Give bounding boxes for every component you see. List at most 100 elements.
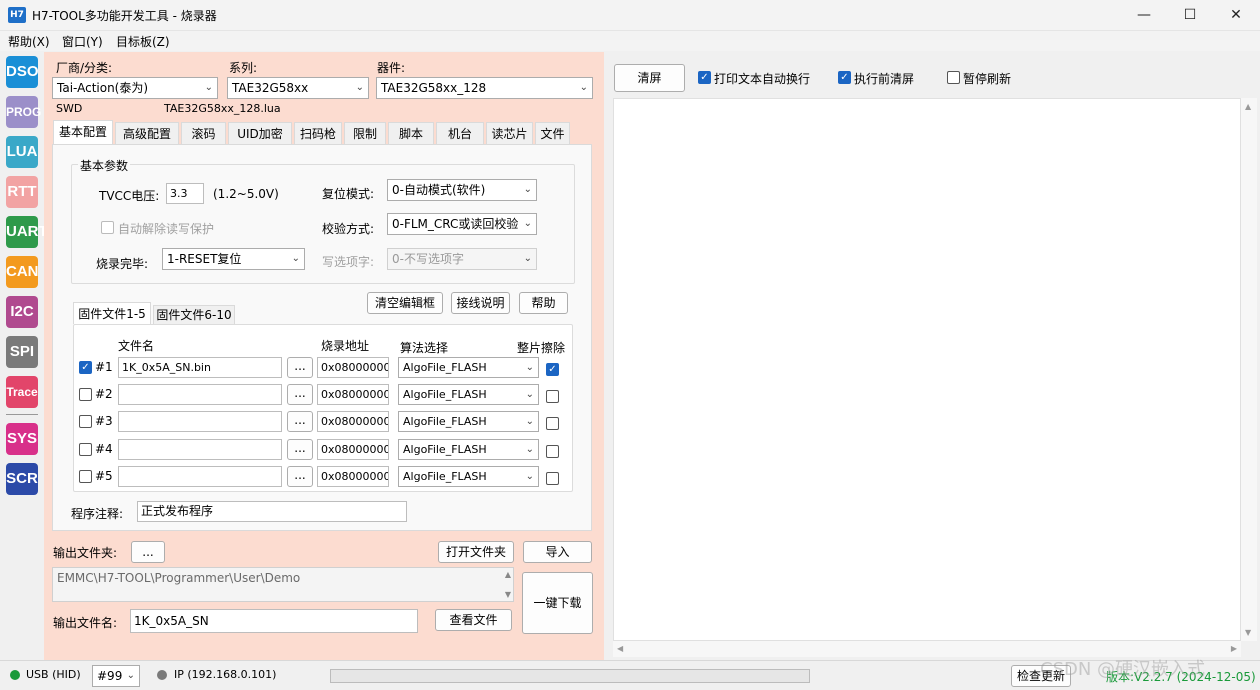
fw-addr-input[interactable]: 0x08000000 bbox=[317, 466, 389, 487]
scroll-left-icon[interactable]: ◀ bbox=[617, 644, 623, 653]
close-icon[interactable]: ✕ bbox=[1213, 0, 1259, 31]
menu-window[interactable]: 窗口(Y) bbox=[62, 33, 103, 50]
pause-refresh-checkbox[interactable] bbox=[947, 71, 960, 84]
fw-addr-input[interactable]: 0x08000000 bbox=[317, 384, 389, 405]
menu-target[interactable]: 目标板(Z) bbox=[116, 33, 170, 50]
tab-config-9[interactable]: 文件 bbox=[535, 122, 570, 144]
tab-config-1[interactable]: 高级配置 bbox=[115, 122, 179, 144]
clear-screen-button[interactable]: 清屏 bbox=[614, 64, 685, 92]
tab-config-7[interactable]: 机台 bbox=[436, 122, 484, 144]
fw-algo-value: AlgoFile_FLASH bbox=[403, 415, 487, 428]
vendor-select[interactable]: Tai-Action(泰为) ⌄ bbox=[52, 77, 218, 99]
sidebar-can-button[interactable]: CAN bbox=[6, 256, 39, 288]
help-button[interactable]: 帮助 bbox=[519, 292, 568, 314]
minimize-icon[interactable]: — bbox=[1121, 0, 1167, 31]
tab-basic-config[interactable]: 基本配置 bbox=[53, 120, 113, 145]
fw-erase-checkbox[interactable] bbox=[546, 390, 559, 403]
sidebar-lua-button[interactable]: LUA bbox=[6, 136, 38, 168]
fw-browse-button[interactable]: ... bbox=[287, 384, 313, 405]
sidebar-rtt-button[interactable]: RTT bbox=[6, 176, 38, 208]
view-file-button[interactable]: 查看文件 bbox=[435, 609, 512, 631]
fw-algo-select[interactable]: AlgoFile_FLASH ⌄ bbox=[398, 439, 539, 460]
fw-file-input[interactable] bbox=[118, 439, 282, 460]
fw-addr-input[interactable]: 0x08000000 bbox=[317, 357, 389, 378]
tab-firmware-6-10[interactable]: 固件文件6-10 bbox=[153, 305, 235, 324]
tvcc-input[interactable]: 3.3 bbox=[166, 183, 204, 204]
fw-erase-checkbox[interactable] bbox=[546, 417, 559, 430]
tab-config-4[interactable]: 扫码枪 bbox=[294, 122, 342, 144]
finish-select[interactable]: 1-RESET复位 ⌄ bbox=[162, 248, 305, 270]
log-output-area[interactable] bbox=[613, 98, 1241, 641]
fw-file-input[interactable]: 1K_0x5A_SN.bin bbox=[118, 357, 282, 378]
fw-erase-checkbox[interactable] bbox=[546, 472, 559, 485]
clear-editor-button[interactable]: 清空编辑框 bbox=[367, 292, 443, 314]
sidebar-dso-button[interactable]: DSO bbox=[6, 56, 39, 88]
fw-addr-input[interactable]: 0x08000000 bbox=[317, 411, 389, 432]
tab-config-2[interactable]: 滚码 bbox=[181, 122, 226, 144]
clear-before-checkbox[interactable]: ✓ bbox=[838, 71, 851, 84]
wrap-text-label: 打印文本自动换行 bbox=[714, 72, 811, 86]
scroll-up-icon[interactable]: ▲ bbox=[1245, 102, 1251, 111]
sidebar-i2c-button[interactable]: I2C bbox=[6, 296, 38, 328]
sidebar-uart-button[interactable]: UART bbox=[6, 216, 48, 248]
tab-config-8[interactable]: 读芯片 bbox=[486, 122, 533, 144]
wiring-button[interactable]: 接线说明 bbox=[451, 292, 510, 314]
fw-algo-select[interactable]: AlgoFile_FLASH ⌄ bbox=[398, 357, 539, 378]
fw-algo-select[interactable]: AlgoFile_FLASH ⌄ bbox=[398, 466, 539, 487]
device-select[interactable]: TAE32G58xx_128 ⌄ bbox=[376, 77, 593, 99]
vertical-scrollbar[interactable]: ▲ ▼ bbox=[1241, 98, 1257, 641]
fw-row-checkbox[interactable] bbox=[79, 470, 92, 483]
fw-row-checkbox[interactable] bbox=[79, 443, 92, 456]
series-select[interactable]: TAE32G58xx ⌄ bbox=[227, 77, 369, 99]
fw-addr-input[interactable]: 0x08000000 bbox=[317, 439, 389, 460]
sidebar-trace-button[interactable]: Trace bbox=[6, 376, 38, 408]
fw-file-input[interactable] bbox=[118, 466, 282, 487]
one-click-download-button[interactable]: 一键下载 bbox=[522, 572, 593, 634]
tab-config-3[interactable]: UID加密 bbox=[228, 122, 292, 144]
scroll-right-icon[interactable]: ▶ bbox=[1231, 644, 1237, 653]
chevron-down-icon: ⌄ bbox=[523, 253, 532, 264]
fw-row-checkbox[interactable]: ✓ bbox=[79, 361, 92, 374]
sidebar-spi-button[interactable]: SPI bbox=[6, 336, 38, 368]
fw-browse-button[interactable]: ... bbox=[287, 411, 313, 432]
fw-row-checkbox[interactable] bbox=[79, 388, 92, 401]
tab-config-6[interactable]: 脚本 bbox=[388, 122, 434, 144]
output-folder-browse-button[interactable]: ... bbox=[131, 541, 165, 563]
fw-browse-button[interactable]: ... bbox=[287, 357, 313, 378]
tab-config-5[interactable]: 限制 bbox=[344, 122, 386, 144]
maximize-icon[interactable]: ☐ bbox=[1167, 0, 1213, 31]
verify-select[interactable]: 0-FLM_CRC或读回校验 ⌄ bbox=[387, 213, 537, 235]
scroll-down-icon[interactable]: ▼ bbox=[505, 590, 511, 599]
scroll-up-icon[interactable]: ▲ bbox=[505, 570, 511, 579]
fw-file-input[interactable] bbox=[118, 411, 282, 432]
auto-unprotect-checkbox[interactable] bbox=[101, 221, 114, 234]
menu-bar: 帮助(X) 窗口(Y) 目标板(Z) bbox=[0, 31, 1260, 51]
sidebar-sys-button[interactable]: SYS bbox=[6, 423, 38, 455]
fw-browse-button[interactable]: ... bbox=[287, 466, 313, 487]
fw-row-checkbox[interactable] bbox=[79, 415, 92, 428]
option-byte-select[interactable]: 0-不写选项字 ⌄ bbox=[387, 248, 537, 270]
menu-help[interactable]: 帮助(X) bbox=[8, 33, 50, 50]
device-number-select[interactable]: #99 ⌄ bbox=[92, 665, 140, 687]
status-bar: USB (HID) #99 ⌄ IP (192.168.0.101) 检查更新 版… bbox=[0, 659, 1260, 690]
fw-row-id: #5 bbox=[95, 469, 113, 483]
scroll-down-icon[interactable]: ▼ bbox=[1245, 628, 1251, 637]
fw-algo-select[interactable]: AlgoFile_FLASH ⌄ bbox=[398, 411, 539, 432]
tab-firmware-1-5[interactable]: 固件文件1-5 bbox=[73, 302, 151, 324]
sidebar-scr-button[interactable]: SCR bbox=[6, 463, 38, 495]
output-path-box[interactable]: EMMC\H7-TOOL\Programmer\User\Demo ▲ ▼ bbox=[52, 567, 514, 602]
fw-browse-button[interactable]: ... bbox=[287, 439, 313, 460]
fw-algo-select[interactable]: AlgoFile_FLASH ⌄ bbox=[398, 384, 539, 405]
note-input[interactable]: 正式发布程序 bbox=[137, 501, 407, 522]
fw-erase-checkbox[interactable] bbox=[546, 445, 559, 458]
output-name-input[interactable]: 1K_0x5A_SN bbox=[130, 609, 418, 633]
fw-header-file: 文件名 bbox=[118, 339, 155, 353]
open-folder-button[interactable]: 打开文件夹 bbox=[438, 541, 514, 563]
wrap-text-checkbox[interactable]: ✓ bbox=[698, 71, 711, 84]
fw-file-input[interactable] bbox=[118, 384, 282, 405]
fw-erase-checkbox[interactable]: ✓ bbox=[546, 363, 559, 376]
reset-mode-select[interactable]: 0-自动模式(软件) ⌄ bbox=[387, 179, 537, 201]
sidebar-prog-button[interactable]: PROG bbox=[6, 96, 41, 128]
import-button[interactable]: 导入 bbox=[523, 541, 592, 563]
chevron-down-icon: ⌄ bbox=[525, 389, 534, 400]
